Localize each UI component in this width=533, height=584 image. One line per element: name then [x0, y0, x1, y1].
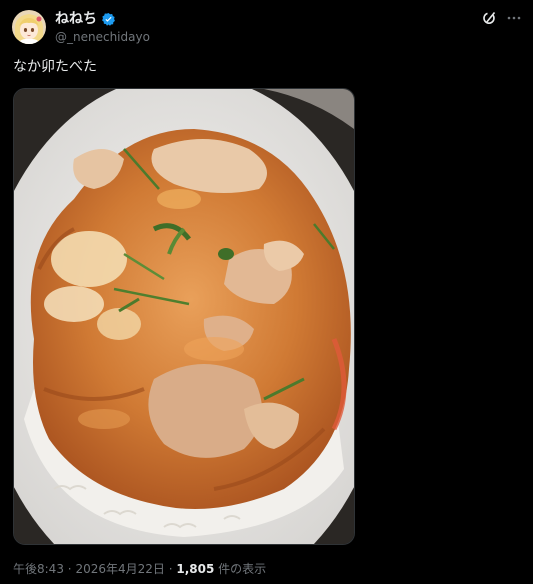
tweet-text: なか卯たべた: [13, 59, 97, 75]
author-handle[interactable]: @_nenechidayo: [55, 29, 150, 45]
author-name-row[interactable]: ねねち: [55, 10, 116, 28]
meta-separator: ·: [67, 562, 72, 576]
views-count[interactable]: 1,805: [176, 562, 214, 576]
tweet-time[interactable]: 午後8:43: [13, 562, 64, 576]
meta-separator: ·: [168, 562, 173, 576]
tweet-meta: 午後8:43 · 2026年4月22日 · 1,805 件の表示: [13, 561, 266, 577]
avatar[interactable]: [12, 10, 46, 44]
display-name[interactable]: ねねち: [55, 10, 97, 28]
grok-icon[interactable]: [482, 10, 498, 26]
tweet-card: ねねち @_nenechidayo なか卯たべた 午後8:43 · 2026年4…: [0, 0, 533, 584]
more-options-icon[interactable]: [506, 10, 522, 26]
verified-badge-icon: [101, 12, 116, 27]
views-label: 件の表示: [218, 562, 267, 576]
tweet-date[interactable]: 2026年4月22日: [75, 562, 164, 576]
tweet-photo[interactable]: [13, 88, 355, 545]
